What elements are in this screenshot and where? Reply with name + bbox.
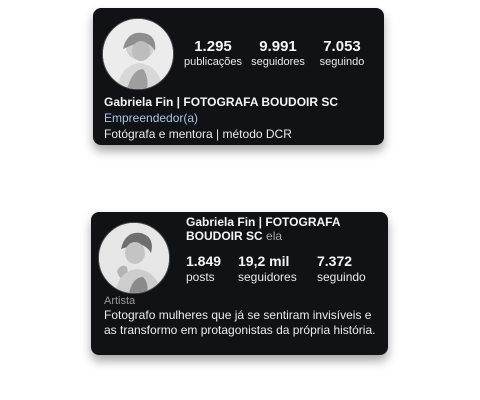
profile-name: Gabriela Fin | FOTOGRAFA BOUDOIR SC — [104, 95, 339, 109]
posts-label: publicações — [183, 56, 243, 68]
followers-label: seguidores — [251, 56, 305, 68]
posts-label: posts — [186, 270, 215, 284]
avatar-photo — [103, 19, 173, 89]
profile-card-bottom: Gabriela Fin | FOTOGRAFA BOUDOIR SC ela … — [91, 212, 388, 355]
profile-card-top: 1.295 publicações 9.991 seguidores 7.053… — [93, 8, 384, 145]
posts-stat[interactable]: 1.295 publicações — [183, 38, 243, 69]
profile-category: Artista — [104, 295, 136, 307]
profile-name-text: Gabriela Fin | FOTOGRAFA BOUDOIR SC — [186, 215, 341, 243]
followers-label: seguidores — [238, 270, 297, 284]
posts-count: 1.295 — [194, 38, 232, 55]
profile-name: Gabriela Fin | FOTOGRAFA BOUDOIR SC ela — [186, 215, 376, 243]
profile-category[interactable]: Empreendedor(a) — [104, 111, 198, 125]
profile-bio: Fotografo mulheres que já se sentiram in… — [104, 308, 376, 337]
profile-bio: Fotógrafa e mentora | método DCR — [104, 127, 292, 141]
profile-avatar[interactable] — [98, 222, 170, 294]
posts-stat[interactable]: 1.849 posts — [186, 253, 221, 285]
followers-count: 19,2 mil — [238, 253, 290, 269]
profile-avatar[interactable] — [102, 18, 174, 90]
following-count: 7.372 — [317, 253, 353, 269]
followers-count: 9.991 — [259, 38, 297, 55]
following-stat[interactable]: 7.372 seguindo — [317, 253, 366, 285]
following-label: seguindo — [319, 56, 365, 68]
following-stat[interactable]: 7.053 seguindo — [311, 38, 373, 69]
followers-stat[interactable]: 9.991 seguidores — [247, 38, 309, 69]
followers-stat[interactable]: 19,2 mil seguidores — [238, 253, 297, 285]
profile-pronoun: ela — [266, 229, 283, 243]
following-label: seguindo — [317, 270, 366, 284]
posts-count: 1.849 — [186, 253, 222, 269]
avatar-photo — [99, 223, 169, 293]
following-count: 7.053 — [323, 38, 361, 55]
